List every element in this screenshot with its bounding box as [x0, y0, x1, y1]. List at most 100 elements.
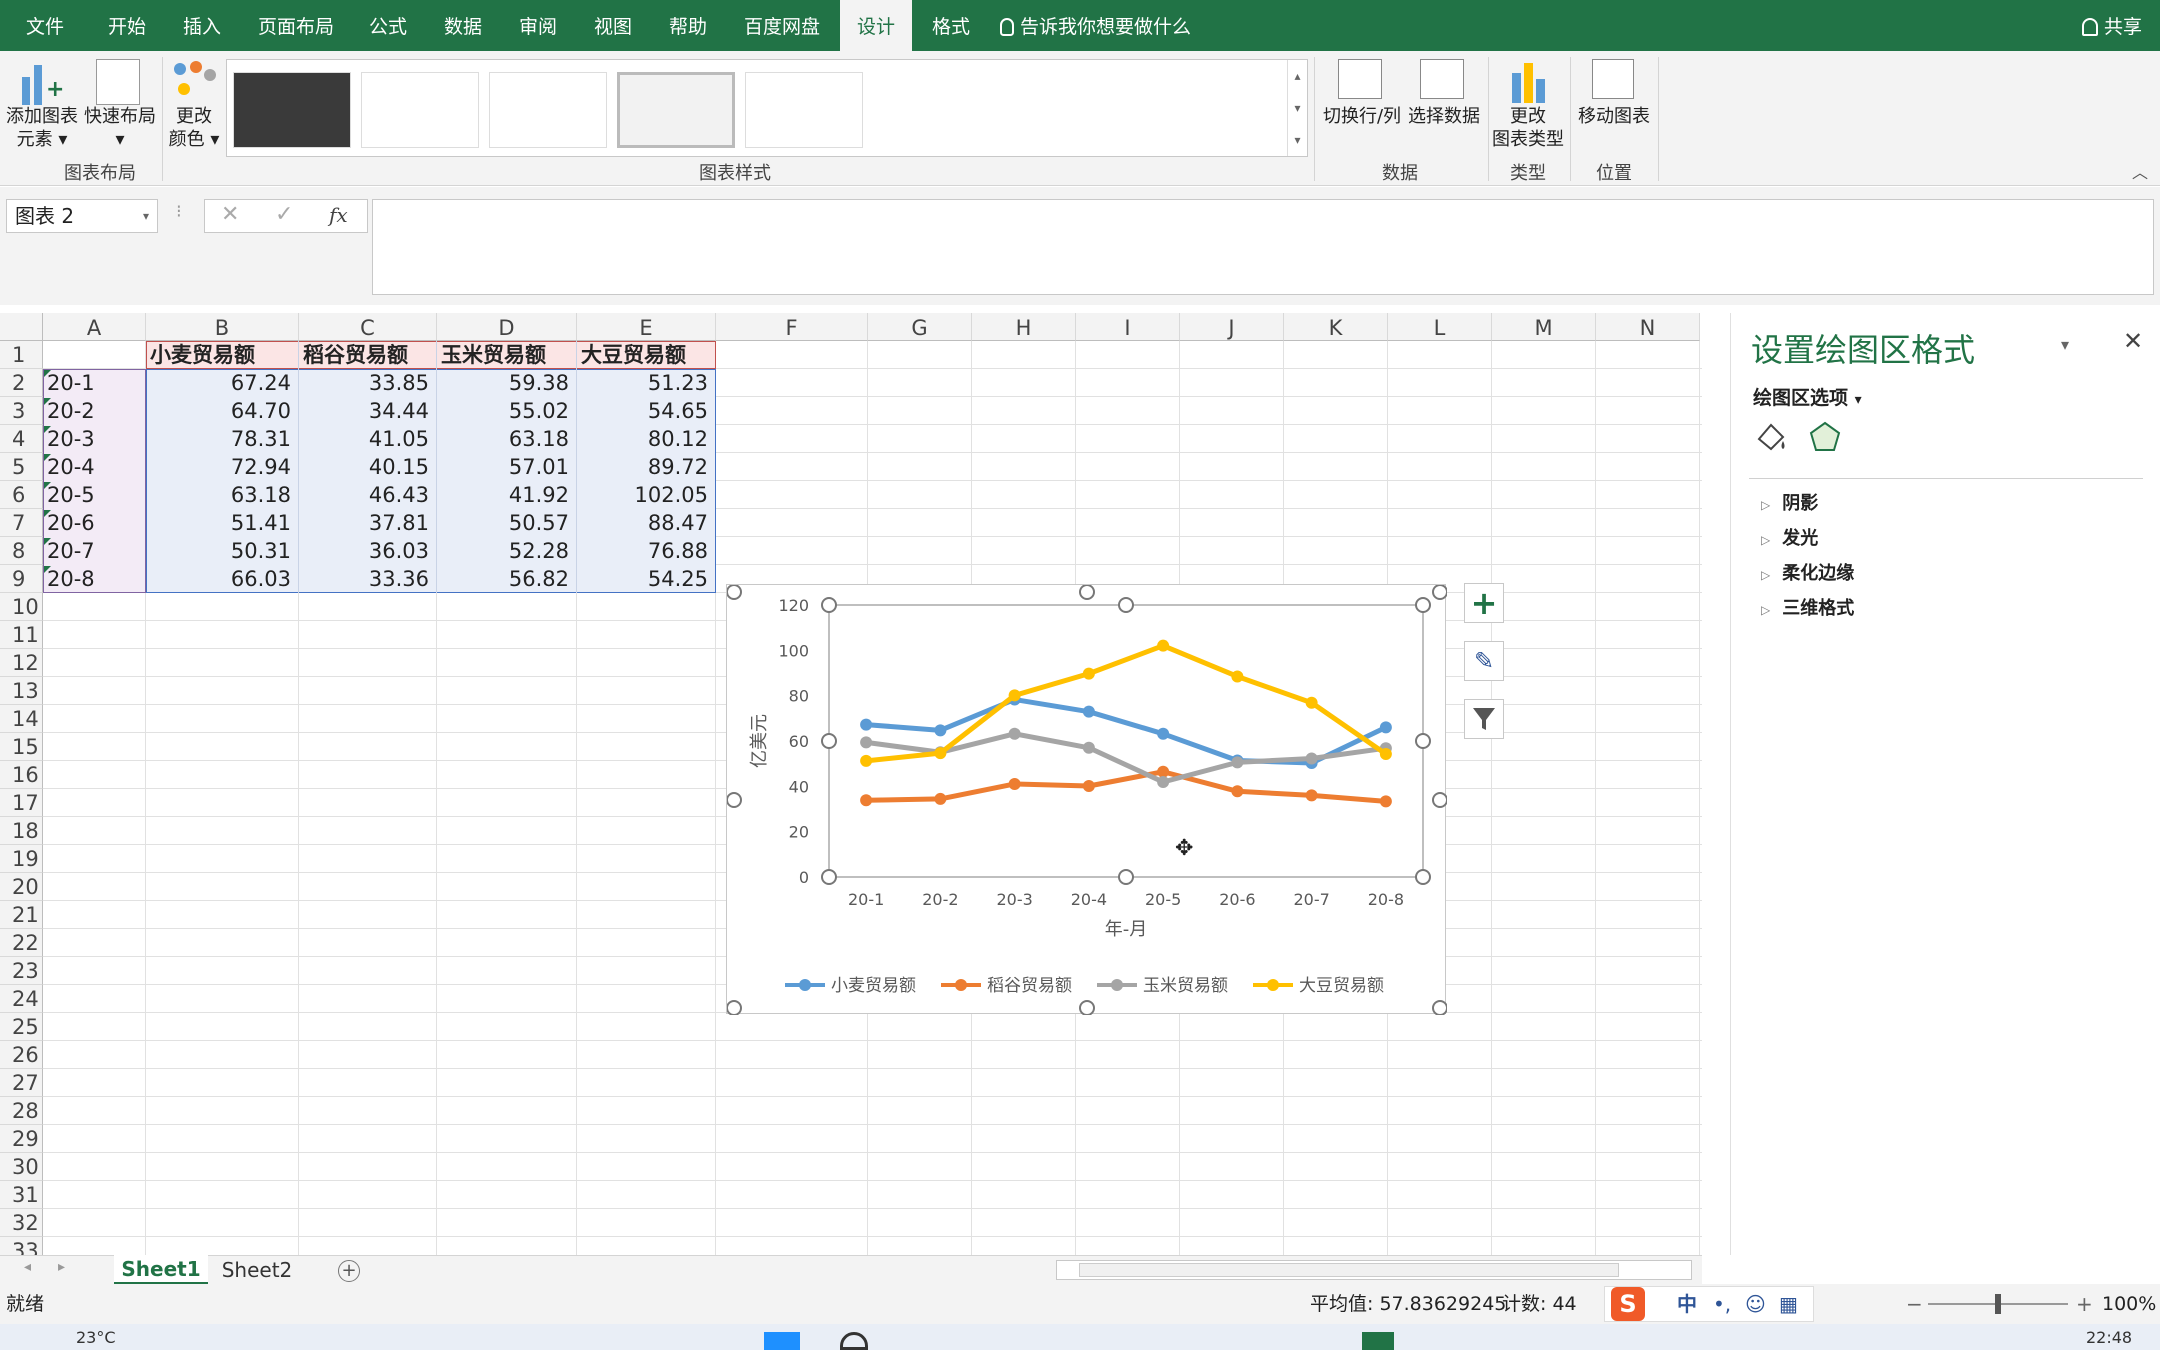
- header-cell[interactable]: 稻谷贸易额: [303, 341, 408, 369]
- row-header-3[interactable]: 3: [0, 397, 43, 425]
- value-cell[interactable]: 80.12: [577, 425, 708, 453]
- column-header-c[interactable]: C: [299, 313, 437, 341]
- column-header-d[interactable]: D: [437, 313, 577, 341]
- start-icon[interactable]: [764, 1332, 800, 1350]
- tab-baidu-netdisk[interactable]: 百度网盘: [744, 0, 820, 51]
- share-button[interactable]: 共享: [2081, 0, 2142, 51]
- row-header-16[interactable]: 16: [0, 761, 43, 789]
- effects-pentagon-icon[interactable]: [1807, 419, 1843, 455]
- value-cell[interactable]: 63.18: [146, 481, 291, 509]
- select-data-button[interactable]: 选择数据: [1402, 105, 1486, 128]
- enter-icon[interactable]: ✓: [275, 202, 293, 227]
- row-header-12[interactable]: 12: [0, 649, 43, 677]
- value-cell[interactable]: 51.23: [577, 369, 708, 397]
- value-cell[interactable]: 52.28: [437, 537, 569, 565]
- horizontal-scrollbar[interactable]: [1056, 1260, 1692, 1280]
- tab-home[interactable]: 开始: [108, 0, 146, 51]
- column-header-l[interactable]: L: [1388, 313, 1492, 341]
- value-cell[interactable]: 88.47: [577, 509, 708, 537]
- value-cell[interactable]: 51.41: [146, 509, 291, 537]
- tab-data[interactable]: 数据: [444, 0, 482, 51]
- section-shadow[interactable]: ▷ 阴影: [1761, 489, 1818, 515]
- value-cell[interactable]: 36.03: [299, 537, 429, 565]
- row-header-28[interactable]: 28: [0, 1097, 43, 1125]
- tab-review[interactable]: 审阅: [519, 0, 557, 51]
- value-cell[interactable]: 34.44: [299, 397, 429, 425]
- ime-punctuation-icon[interactable]: •,: [1713, 1287, 1731, 1321]
- label-cell[interactable]: 20-8: [47, 565, 95, 593]
- row-header-24[interactable]: 24: [0, 985, 43, 1013]
- chart-style-5[interactable]: [745, 72, 863, 148]
- sheet-tab-sheet1[interactable]: Sheet1: [114, 1255, 208, 1285]
- value-cell[interactable]: 63.18: [437, 425, 569, 453]
- tab-insert[interactable]: 插入: [183, 0, 221, 51]
- row-header-22[interactable]: 22: [0, 929, 43, 957]
- collapse-ribbon-icon[interactable]: ︿: [2132, 159, 2148, 183]
- sogou-ime-icon[interactable]: S: [1611, 1287, 1645, 1321]
- excel-taskbar-icon[interactable]: [1362, 1332, 1394, 1350]
- sheet-tab-sheet2[interactable]: Sheet2: [210, 1256, 304, 1284]
- column-header-m[interactable]: M: [1492, 313, 1596, 341]
- value-cell[interactable]: 64.70: [146, 397, 291, 425]
- gallery-scroll[interactable]: ▴ ▾ ▾: [1287, 60, 1307, 156]
- row-header-5[interactable]: 5: [0, 453, 43, 481]
- search-icon[interactable]: [840, 1332, 868, 1350]
- switch-row-column-button[interactable]: 切换行/列: [1318, 105, 1406, 128]
- label-cell[interactable]: 20-3: [47, 425, 95, 453]
- row-header-13[interactable]: 13: [0, 677, 43, 705]
- zoom-slider-thumb[interactable]: [1995, 1294, 2001, 1314]
- zoom-in-icon[interactable]: +: [2076, 1284, 2093, 1324]
- row-header-19[interactable]: 19: [0, 845, 43, 873]
- label-cell[interactable]: 20-2: [47, 397, 95, 425]
- value-cell[interactable]: 41.05: [299, 425, 429, 453]
- value-cell[interactable]: 72.94: [146, 453, 291, 481]
- close-pane-icon[interactable]: ✕: [2123, 327, 2143, 355]
- row-header-26[interactable]: 26: [0, 1041, 43, 1069]
- column-header-i[interactable]: I: [1076, 313, 1180, 341]
- column-header-j[interactable]: J: [1180, 313, 1284, 341]
- value-cell[interactable]: 40.15: [299, 453, 429, 481]
- select-all-corner[interactable]: [0, 313, 43, 341]
- tab-view[interactable]: 视图: [594, 0, 632, 51]
- value-cell[interactable]: 59.38: [437, 369, 569, 397]
- column-header-g[interactable]: G: [868, 313, 972, 341]
- row-header-21[interactable]: 21: [0, 901, 43, 929]
- horizontal-scroll-thumb[interactable]: [1079, 1263, 1619, 1277]
- chart-styles-brush-icon[interactable]: ✎: [1464, 641, 1504, 681]
- ime-chinese-mode-icon[interactable]: 中: [1677, 1287, 1697, 1321]
- column-header-b[interactable]: B: [146, 313, 299, 341]
- value-cell[interactable]: 50.31: [146, 537, 291, 565]
- value-cell[interactable]: 54.65: [577, 397, 708, 425]
- row-header-32[interactable]: 32: [0, 1209, 43, 1237]
- label-cell[interactable]: 20-7: [47, 537, 95, 565]
- chart-style-1[interactable]: [233, 72, 351, 148]
- zoom-out-icon[interactable]: −: [1906, 1284, 1923, 1324]
- tab-format[interactable]: 格式: [932, 0, 970, 51]
- pane-options-dropdown-icon[interactable]: ▾: [2061, 335, 2069, 354]
- header-cell[interactable]: 大豆贸易额: [581, 341, 686, 369]
- formula-input[interactable]: [372, 199, 2154, 295]
- value-cell[interactable]: 78.31: [146, 425, 291, 453]
- value-cell[interactable]: 56.82: [437, 565, 569, 593]
- tab-help[interactable]: 帮助: [669, 0, 707, 51]
- row-header-9[interactable]: 9: [0, 565, 43, 593]
- fill-line-icon[interactable]: [1753, 419, 1789, 455]
- column-header-n[interactable]: N: [1596, 313, 1700, 341]
- column-header-e[interactable]: E: [577, 313, 716, 341]
- value-cell[interactable]: 66.03: [146, 565, 291, 593]
- row-header-25[interactable]: 25: [0, 1013, 43, 1041]
- column-header-f[interactable]: F: [716, 313, 868, 341]
- row-header-15[interactable]: 15: [0, 733, 43, 761]
- column-header-h[interactable]: H: [972, 313, 1076, 341]
- prev-sheet-icon[interactable]: ◂: [24, 1259, 31, 1275]
- ime-more-icon[interactable]: ▦: [1779, 1287, 1798, 1321]
- section-soft-edges[interactable]: ▷ 柔化边缘: [1761, 559, 1854, 585]
- row-header-29[interactable]: 29: [0, 1125, 43, 1153]
- header-cell[interactable]: 小麦贸易额: [150, 341, 255, 369]
- section-glow[interactable]: ▷ 发光: [1761, 524, 1818, 550]
- row-header-23[interactable]: 23: [0, 957, 43, 985]
- row-header-1[interactable]: 1: [0, 341, 43, 369]
- value-cell[interactable]: 54.25: [577, 565, 708, 593]
- row-header-31[interactable]: 31: [0, 1181, 43, 1209]
- add-sheet-icon[interactable]: +: [338, 1260, 360, 1282]
